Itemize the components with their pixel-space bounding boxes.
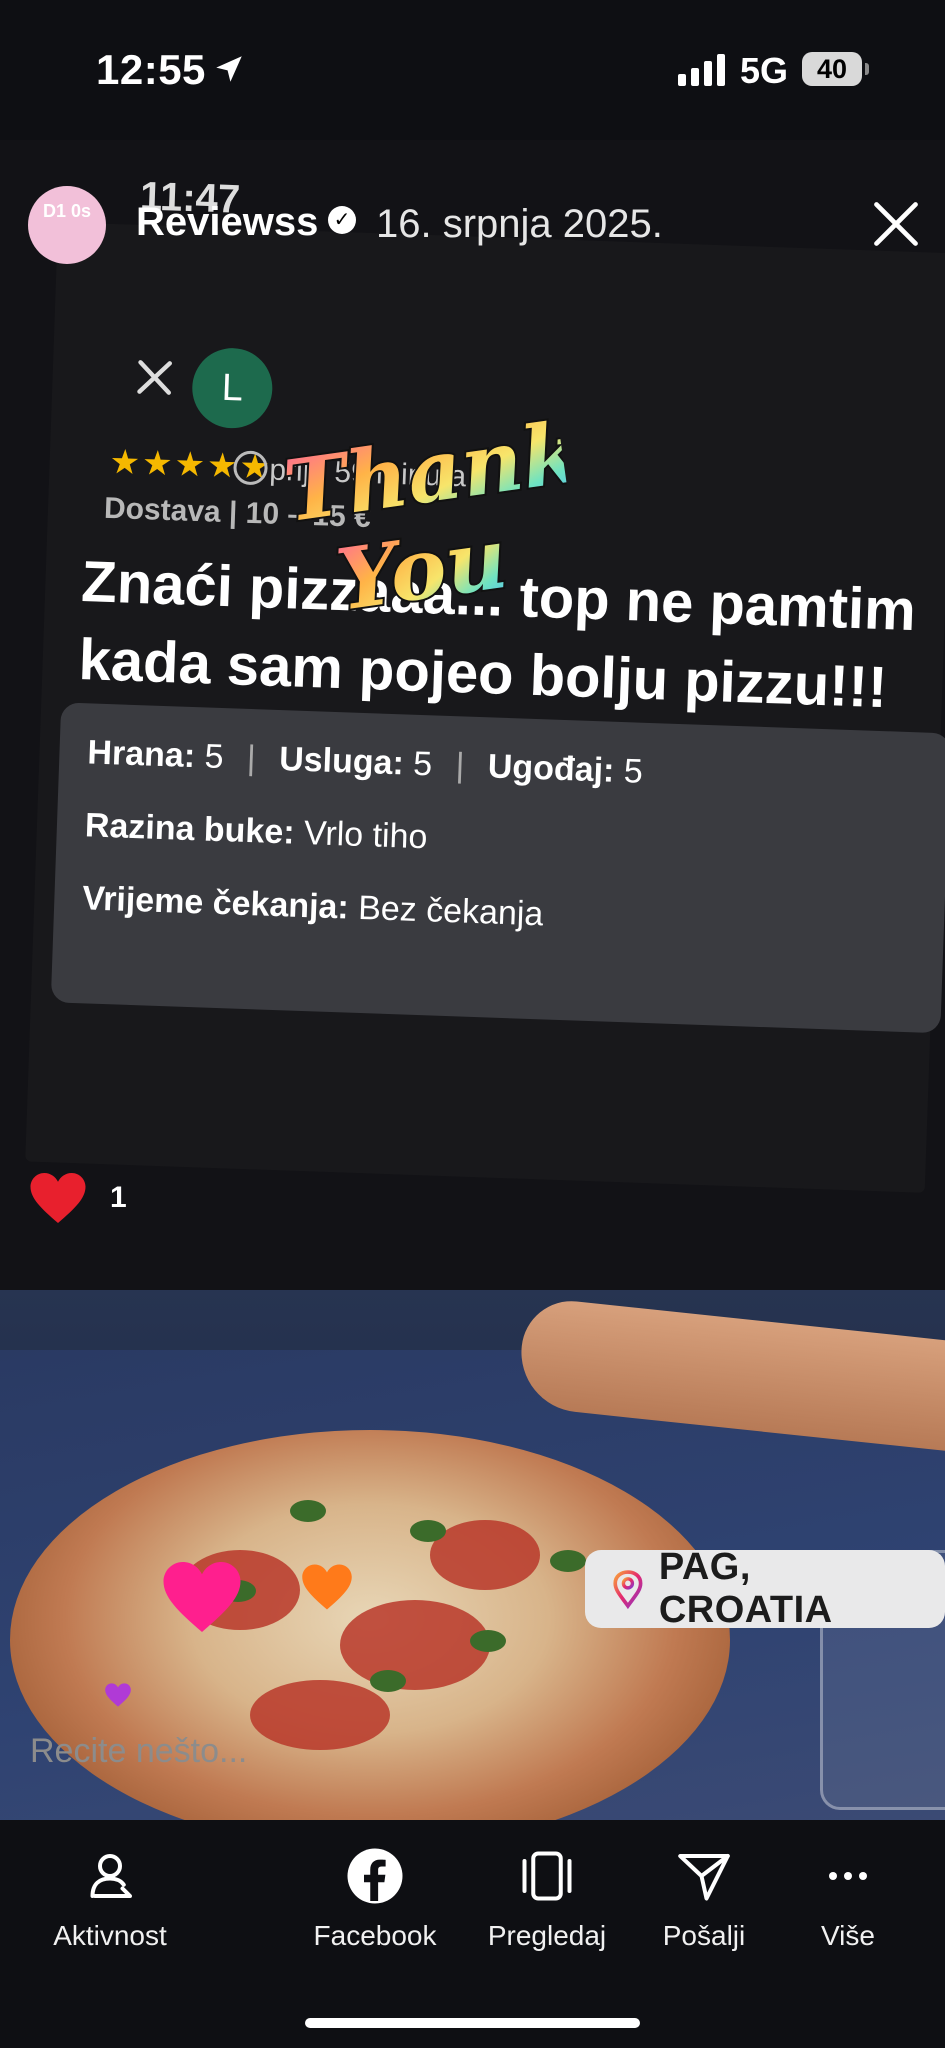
signal-icon xyxy=(678,52,725,86)
food-value: 5 xyxy=(203,737,225,777)
basil-leaf xyxy=(550,1550,586,1572)
close-icon[interactable] xyxy=(870,198,922,250)
nav-send-label: Pošalji xyxy=(662,1920,746,1951)
heart-icon xyxy=(30,1173,86,1223)
like-reaction[interactable]: 1 xyxy=(28,1170,127,1226)
send-icon xyxy=(678,1854,730,1901)
service-value: 5 xyxy=(412,744,433,784)
location-label: PAG, CROATIA xyxy=(658,1546,833,1631)
close-icon xyxy=(137,360,173,395)
review-screenshot: L ★★★★★ prije 59 minuta Dostava | 10 – 1… xyxy=(25,222,945,1193)
floating-heart-icon xyxy=(302,1564,352,1610)
sauce-spot xyxy=(250,1680,390,1750)
bottom-action-bar: Aktivnost Facebook Pregledaj Pošalji Viš… xyxy=(0,1820,945,2048)
story-date: 16. srpnja 2025. xyxy=(376,202,663,246)
account-avatar[interactable]: D1 0s xyxy=(28,186,106,264)
basil-leaf xyxy=(370,1670,406,1692)
more-icon xyxy=(829,1872,867,1880)
sauce-spot xyxy=(340,1600,490,1690)
food-label: Hrana: xyxy=(86,733,196,776)
nav-send[interactable]: Pošalji xyxy=(624,1846,784,1952)
nav-preview[interactable]: Pregledaj xyxy=(467,1846,627,1952)
preview-icon xyxy=(522,1851,572,1901)
basil-leaf xyxy=(290,1500,326,1522)
sauce-spot xyxy=(430,1520,540,1590)
activity-icon xyxy=(90,1854,132,1898)
floating-heart-icon xyxy=(163,1562,241,1632)
location-sticker[interactable]: PAG, CROATIA xyxy=(585,1546,945,1631)
ratings-row: Hrana: 5 | Usluga: 5 | Ugođaj: 5 xyxy=(86,733,644,791)
nav-facebook-label: Facebook xyxy=(313,1920,437,1951)
status-time: 12:55 xyxy=(96,46,206,93)
nav-more[interactable]: Više xyxy=(768,1846,928,1952)
nav-activity[interactable]: Aktivnost xyxy=(30,1846,190,1952)
wait-label: Vrijeme čekanja: xyxy=(81,879,350,927)
noise-value: Vrlo tiho xyxy=(303,813,429,857)
status-bar: 12:55 5G 40 xyxy=(0,0,945,140)
location-arrow-icon xyxy=(216,56,242,82)
review-details-card: Hrana: 5 | Usluga: 5 | Ugođaj: 5 Razina … xyxy=(50,702,945,1034)
reply-input[interactable]: Recite nešto... xyxy=(30,1732,247,1771)
service-label: Usluga: xyxy=(278,740,405,783)
account-username[interactable]: Reviewss xyxy=(136,200,318,245)
noise-row: Razina buke: Vrlo tiho xyxy=(84,806,919,874)
battery-icon: 40 xyxy=(802,52,869,86)
basil-leaf xyxy=(470,1630,506,1652)
avatar-text: D1 0s xyxy=(42,201,92,221)
thank-you-sticker[interactable]: Thank You xyxy=(256,388,584,648)
ambience-value: 5 xyxy=(623,752,644,791)
wait-row: Vrijeme čekanja: Bez čekanja xyxy=(82,879,917,947)
nav-facebook[interactable]: Facebook xyxy=(295,1846,455,1952)
ambience-label: Ugođaj: xyxy=(487,747,616,790)
reviewer-avatar: L xyxy=(190,346,274,430)
floating-heart-icon xyxy=(105,1683,131,1707)
home-indicator[interactable] xyxy=(305,2018,640,2028)
nav-more-label: Više xyxy=(821,1920,875,1951)
nav-activity-label: Aktivnost xyxy=(53,1920,167,1951)
network-label: 5G xyxy=(740,50,789,91)
nav-preview-label: Pregledaj xyxy=(487,1920,607,1951)
like-count: 1 xyxy=(110,1181,127,1214)
wait-value: Bez čekanja xyxy=(357,888,544,934)
location-pin-icon xyxy=(613,1570,643,1610)
facebook-icon xyxy=(347,1848,403,1904)
basil-leaf xyxy=(410,1520,446,1542)
verified-badge-icon: ✓ xyxy=(328,206,356,234)
story-header: D1 0s Reviewss ✓ 16. srpnja 2025. xyxy=(0,180,945,280)
noise-label: Razina buke: xyxy=(84,806,296,852)
